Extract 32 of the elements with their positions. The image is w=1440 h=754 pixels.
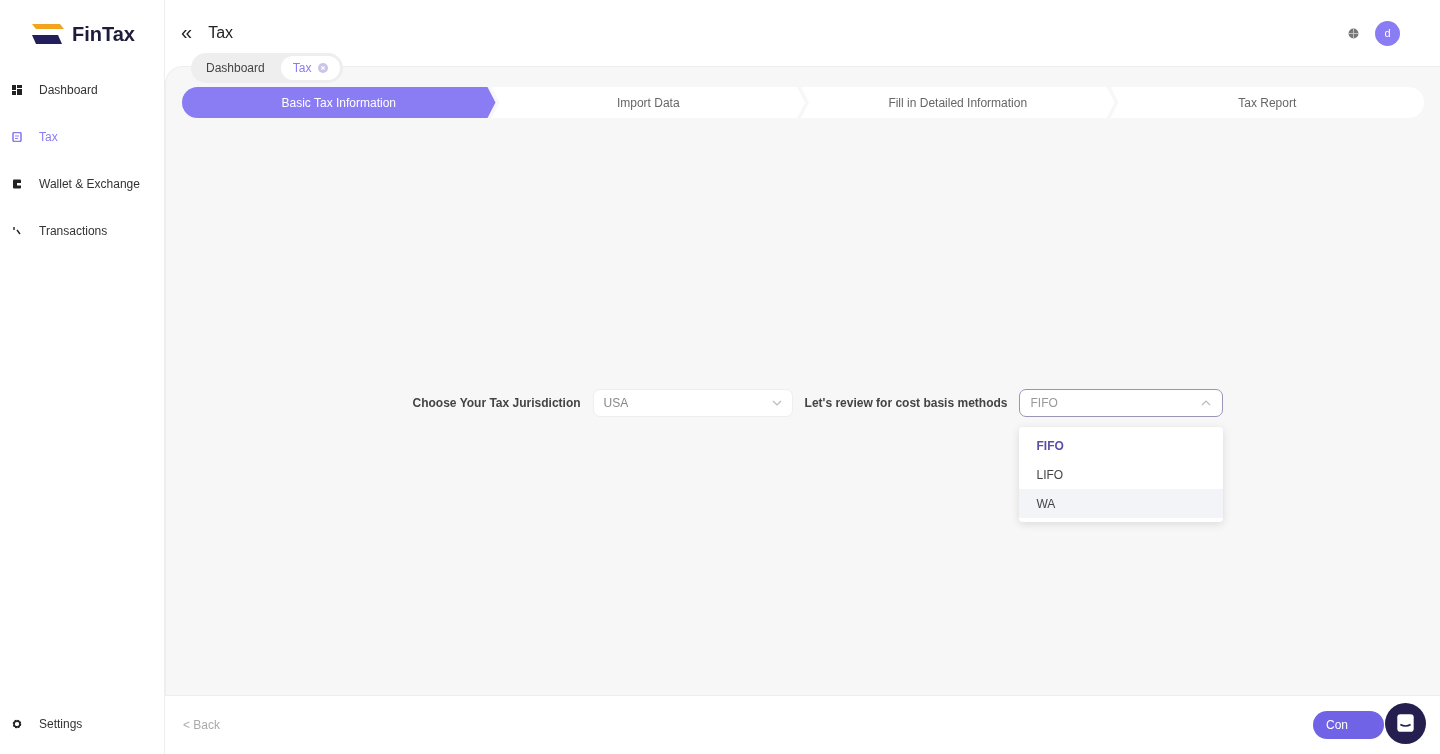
- chevron-down-icon: [771, 400, 782, 406]
- grid-icon: [12, 84, 22, 95]
- user-avatar[interactable]: d: [1375, 20, 1400, 46]
- wallet-icon: [12, 178, 22, 189]
- continue-button[interactable]: Con: [1313, 711, 1384, 739]
- settings-item[interactable]: Settings: [0, 696, 164, 754]
- document-icon: [12, 131, 22, 142]
- method-select[interactable]: FIFO: [1019, 389, 1224, 417]
- page-tab[interactable]: Tax: [280, 56, 341, 80]
- logo-text: FinTax: [72, 22, 135, 46]
- settings-icon: [12, 719, 22, 729]
- chat-icon[interactable]: [1385, 703, 1426, 744]
- step-tab[interactable]: Fill in Detailed Information: [801, 87, 1115, 118]
- sidebar-item[interactable]: Tax: [0, 113, 164, 160]
- chevron-up-icon: [1201, 400, 1212, 406]
- dropdown-option[interactable]: FIFO: [1019, 431, 1224, 460]
- field-label: Let's review for cost basis methods: [804, 395, 1008, 412]
- logo-icon: [30, 22, 66, 46]
- step-tab[interactable]: Basic Tax Information: [182, 87, 496, 118]
- sidebar-item[interactable]: Dashboard: [0, 66, 164, 113]
- step-tab[interactable]: Import Data: [491, 87, 805, 118]
- field-label: Choose Your Tax Jurisdiction: [412, 395, 581, 412]
- globe-icon[interactable]: [1348, 27, 1359, 39]
- collapse-button[interactable]: «: [181, 20, 193, 44]
- jurisdiction-select[interactable]: USA: [592, 389, 793, 417]
- sidebar-item[interactable]: Wallet & Exchange: [0, 160, 164, 207]
- step-tab[interactable]: Tax Report: [1110, 87, 1424, 118]
- sidebar-item[interactable]: Transactions: [0, 207, 164, 254]
- page-tab[interactable]: Dashboard: [194, 56, 277, 80]
- dropdown-option[interactable]: LIFO: [1019, 460, 1224, 489]
- page-title: Tax: [208, 24, 234, 42]
- dropdown-option[interactable]: WA: [1019, 489, 1224, 518]
